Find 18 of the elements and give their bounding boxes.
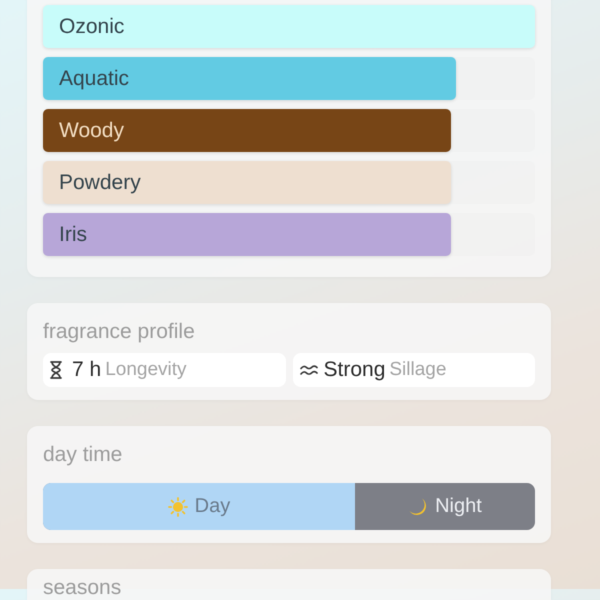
accord-bar: Woody (43, 109, 452, 152)
accord-bar: Iris (43, 213, 452, 256)
section-title: seasons (43, 577, 122, 599)
section-title: day time (43, 442, 124, 468)
sun-icon (168, 496, 188, 516)
stat-value: 7 h (72, 358, 102, 382)
accord-bar: Ozonic (43, 5, 535, 48)
stat-value: Strong (324, 358, 386, 382)
stat-label: Longevity (105, 359, 187, 381)
accord-bar: Aquatic (43, 57, 456, 100)
section-title: fragrance profile (43, 319, 196, 345)
accord-bar: Powdery (43, 161, 452, 204)
stat-label: Sillage (389, 359, 446, 381)
seg-label: Night (435, 495, 482, 518)
moon-icon (408, 496, 428, 516)
waves-icon (300, 364, 318, 376)
seg-label: Day (194, 495, 230, 518)
hourglass-icon (50, 361, 62, 379)
